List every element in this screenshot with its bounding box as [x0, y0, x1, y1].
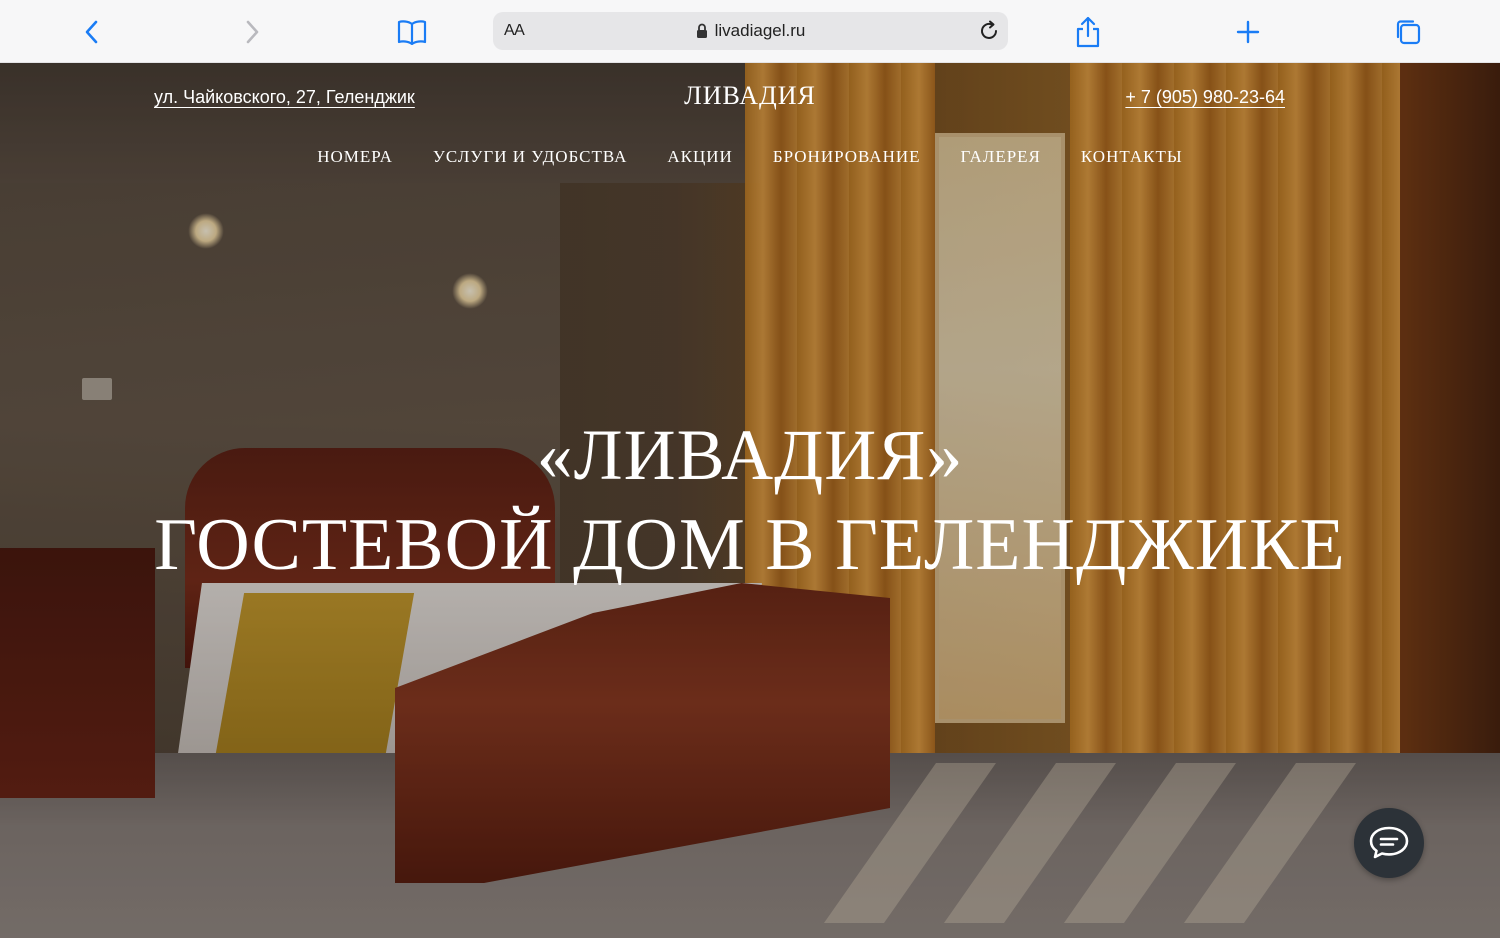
nav-item-booking[interactable]: БРОНИРОВАНИЕ [773, 147, 921, 167]
book-icon [397, 20, 427, 45]
main-nav: НОМЕРА УСЛУГИ И УДОБСТВА АКЦИИ БРОНИРОВА… [0, 147, 1500, 167]
address-bar[interactable]: AA livadiagel.ru [493, 12, 1008, 50]
forward-button[interactable] [234, 14, 270, 50]
hero-headline: «ЛИВАДИЯ» ГОСТЕВОЙ ДОМ В ГЕЛЕНДЖИКЕ [0, 413, 1500, 593]
reload-icon [981, 20, 997, 39]
nav-item-gallery[interactable]: ГАЛЕРЕЯ [961, 147, 1041, 167]
nav-item-promotions[interactable]: АКЦИИ [667, 147, 732, 167]
new-tab-button[interactable] [1230, 14, 1266, 50]
chevron-left-icon [85, 20, 98, 44]
chat-icon [1369, 826, 1409, 859]
share-icon [1076, 16, 1100, 48]
bookmarks-button[interactable] [394, 14, 430, 50]
tabs-overview-button[interactable] [1390, 14, 1426, 50]
hero-section: ул. Чайковского, 27, Геленджик ЛИВАДИЯ +… [0, 63, 1500, 938]
tabs-icon [1396, 20, 1421, 45]
chat-button[interactable] [1354, 808, 1424, 878]
url-text: livadiagel.ru [714, 21, 806, 40]
reload-button[interactable] [978, 20, 1000, 47]
share-button[interactable] [1070, 14, 1106, 50]
nav-item-services[interactable]: УСЛУГИ И УДОБСТВА [433, 147, 628, 167]
browser-toolbar: AA livadiagel.ru [0, 0, 1500, 63]
site-header: ул. Чайковского, 27, Геленджик ЛИВАДИЯ +… [0, 63, 1500, 203]
hero-title: «ЛИВАДИЯ» [536, 415, 964, 495]
plus-icon [1236, 20, 1260, 44]
lock-icon [696, 23, 707, 38]
back-button[interactable] [74, 14, 110, 50]
nav-item-contacts[interactable]: КОНТАКТЫ [1081, 147, 1183, 167]
hero-subtitle: ГОСТЕВОЙ ДОМ В ГЕЛЕНДЖИКЕ [154, 504, 1346, 586]
chevron-right-icon [246, 20, 259, 44]
nav-item-rooms[interactable]: НОМЕРА [317, 147, 393, 167]
phone-link[interactable]: + 7 (905) 980-23-64 [1125, 87, 1285, 108]
